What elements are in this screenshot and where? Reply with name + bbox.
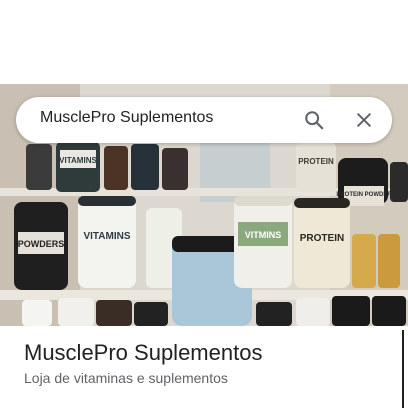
close-button[interactable]	[349, 105, 379, 135]
label-protein-top: PROTEIN	[298, 157, 334, 166]
close-icon	[357, 113, 371, 127]
place-title: MusclePro Suplementos	[24, 340, 263, 365]
search-button[interactable]	[299, 105, 329, 135]
label-powders: POWDERS	[18, 239, 65, 249]
label-vitamins-big: VITAMINS	[83, 231, 130, 242]
label-protein-big: PROTEIN	[300, 233, 344, 244]
search-input[interactable]: MusclePro Suplementos	[40, 109, 213, 127]
label-vitamins-top: VITAMINS	[59, 156, 97, 165]
place-category: Loja de vitaminas e suplementos	[24, 370, 228, 386]
scrollbar[interactable]	[402, 330, 404, 408]
label-protein-powder: PROTEIN POWDER	[336, 192, 392, 198]
label-vitamins-green: VITMINS	[245, 230, 282, 240]
search-icon	[305, 111, 324, 130]
search-bar[interactable]: MusclePro Suplementos	[16, 97, 392, 143]
